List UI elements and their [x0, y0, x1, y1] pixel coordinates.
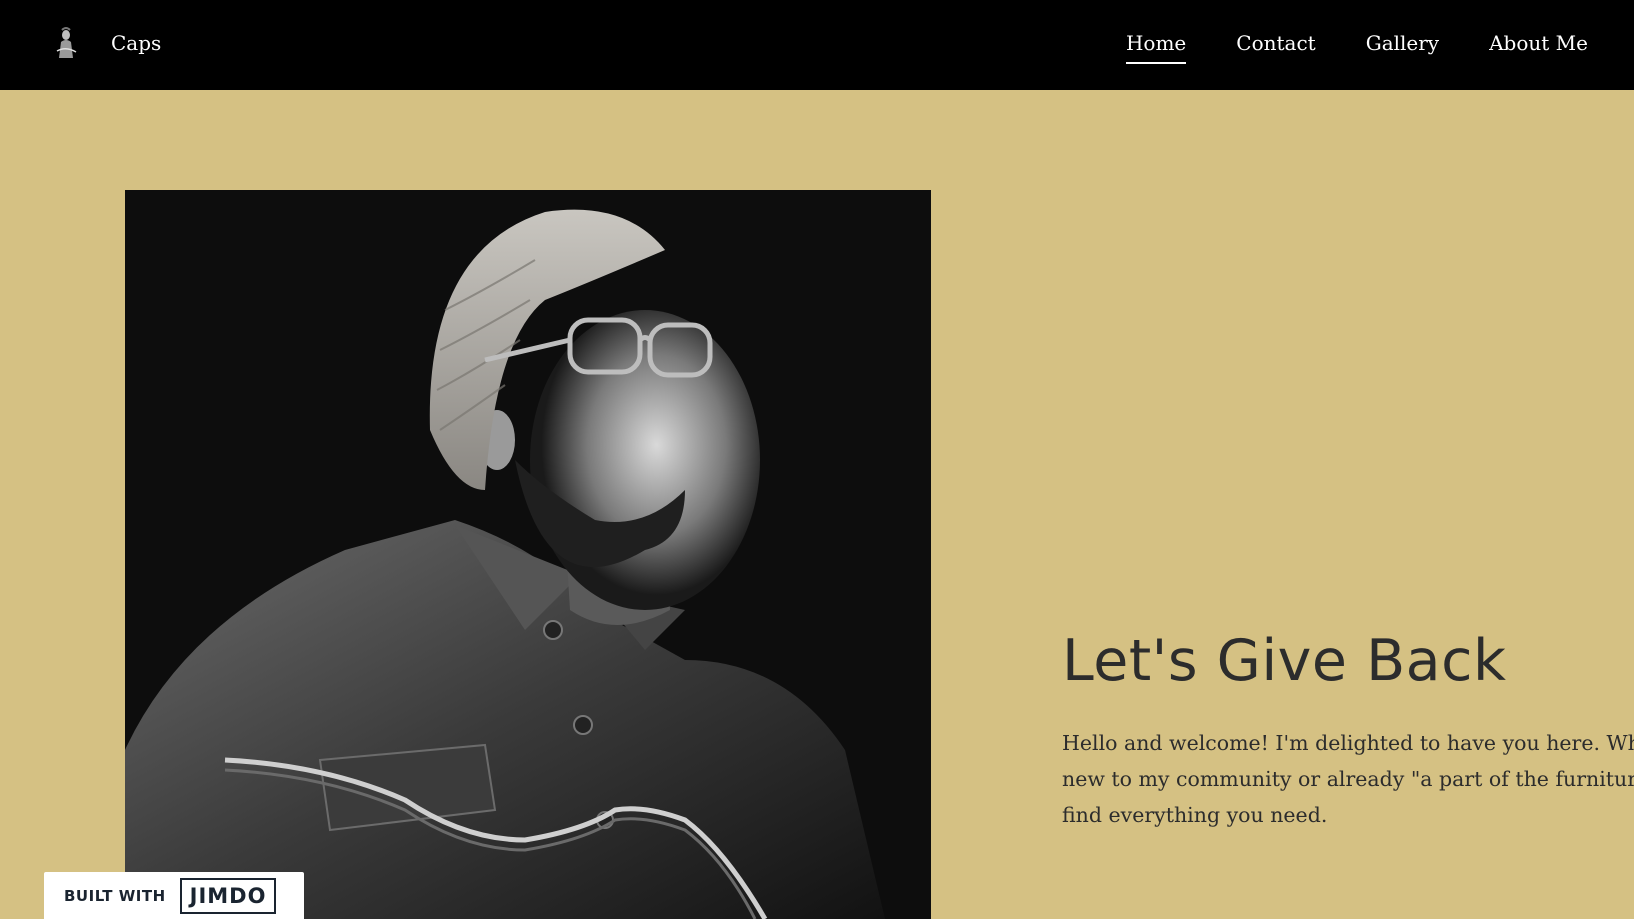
hero-headline: Let's Give Back	[1062, 628, 1507, 694]
intro-line: find everything you need.	[1062, 803, 1328, 827]
jimdo-logo: JIMDO	[179, 877, 277, 914]
nav-item-home[interactable]: Home	[1125, 28, 1187, 64]
hero-intro-text: Hello and welcome! I'm delighted to have…	[1062, 725, 1634, 833]
built-with-jimdo-badge[interactable]: BUILT WITH JIMDO	[44, 872, 304, 919]
badge-prefix: BUILT WITH	[64, 886, 166, 905]
nav-item-gallery[interactable]: Gallery	[1366, 28, 1439, 62]
nav-item-contact[interactable]: Contact	[1236, 28, 1315, 62]
intro-line: Hello and welcome! I'm delighted to have…	[1062, 731, 1634, 755]
intro-line: new to my community or already "a part o…	[1062, 767, 1634, 791]
musician-portrait-photo	[125, 190, 931, 919]
site-logo-icon[interactable]	[52, 24, 80, 64]
main-nav: Home Contact Gallery About Me	[1125, 28, 1588, 64]
hero-portrait-image	[125, 190, 931, 919]
nav-item-about-me[interactable]: About Me	[1489, 28, 1588, 62]
top-navigation-bar: Caps Home Contact Gallery About Me	[0, 0, 1634, 90]
site-title-link[interactable]: Caps	[111, 28, 161, 58]
